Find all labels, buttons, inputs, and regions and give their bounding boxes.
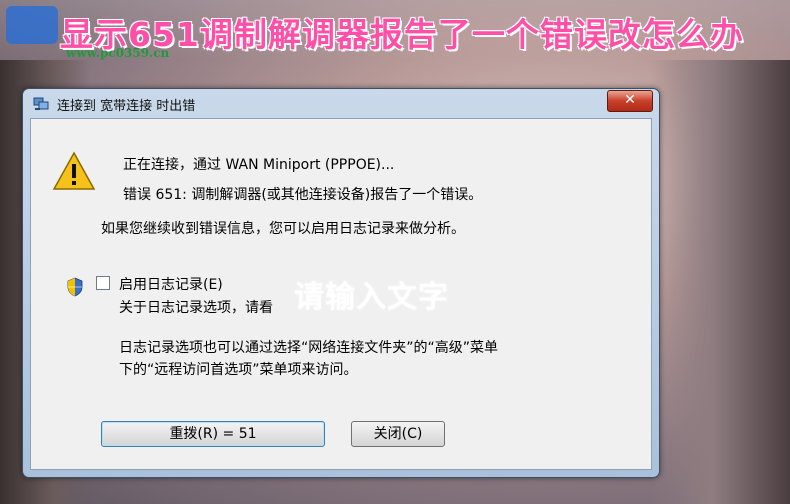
- network-icon: [33, 97, 49, 110]
- dialog-title: 连接到 宽带连接 时出错: [57, 99, 196, 114]
- uac-shield-icon: [67, 277, 83, 297]
- description-line2: 下的“远程访问首选项”菜单项来访问。: [119, 362, 358, 378]
- site-url: www.pc0359.cn: [66, 46, 170, 60]
- error-text: 错误 651: 调制解调器(或其他连接设备)报告了一个错误。: [123, 187, 483, 203]
- dialog-titlebar[interactable]: 连接到 宽带连接 时出错 ✕: [23, 89, 659, 117]
- close-button[interactable]: 关闭(C): [351, 421, 445, 447]
- redial-button[interactable]: 重拨(R) = 51: [101, 421, 325, 447]
- connecting-text: 正在连接，通过 WAN Miniport (PPPOE)...: [123, 157, 395, 173]
- advice-text: 如果您继续收到错误信息，您可以启用日志记录来做分析。: [101, 221, 465, 237]
- warning-icon: [52, 151, 96, 190]
- enable-logging-checkbox[interactable]: [96, 276, 110, 290]
- banner: 显示651调制解调器报告了一个错误改怎么办 www.pc0359.cn: [0, 0, 790, 60]
- overlay-text: 请输入文字: [294, 280, 449, 315]
- site-logo-icon: [6, 6, 58, 44]
- background-right: [650, 60, 790, 504]
- description-line1: 日志记录选项也可以通过选择“网络连接文件夹”的“高级”菜单: [119, 340, 499, 356]
- logging-hint: 关于日志记录选项，请看: [119, 300, 273, 316]
- enable-logging-label[interactable]: 启用日志记录(E): [119, 274, 223, 294]
- close-icon[interactable]: ✕: [607, 90, 653, 112]
